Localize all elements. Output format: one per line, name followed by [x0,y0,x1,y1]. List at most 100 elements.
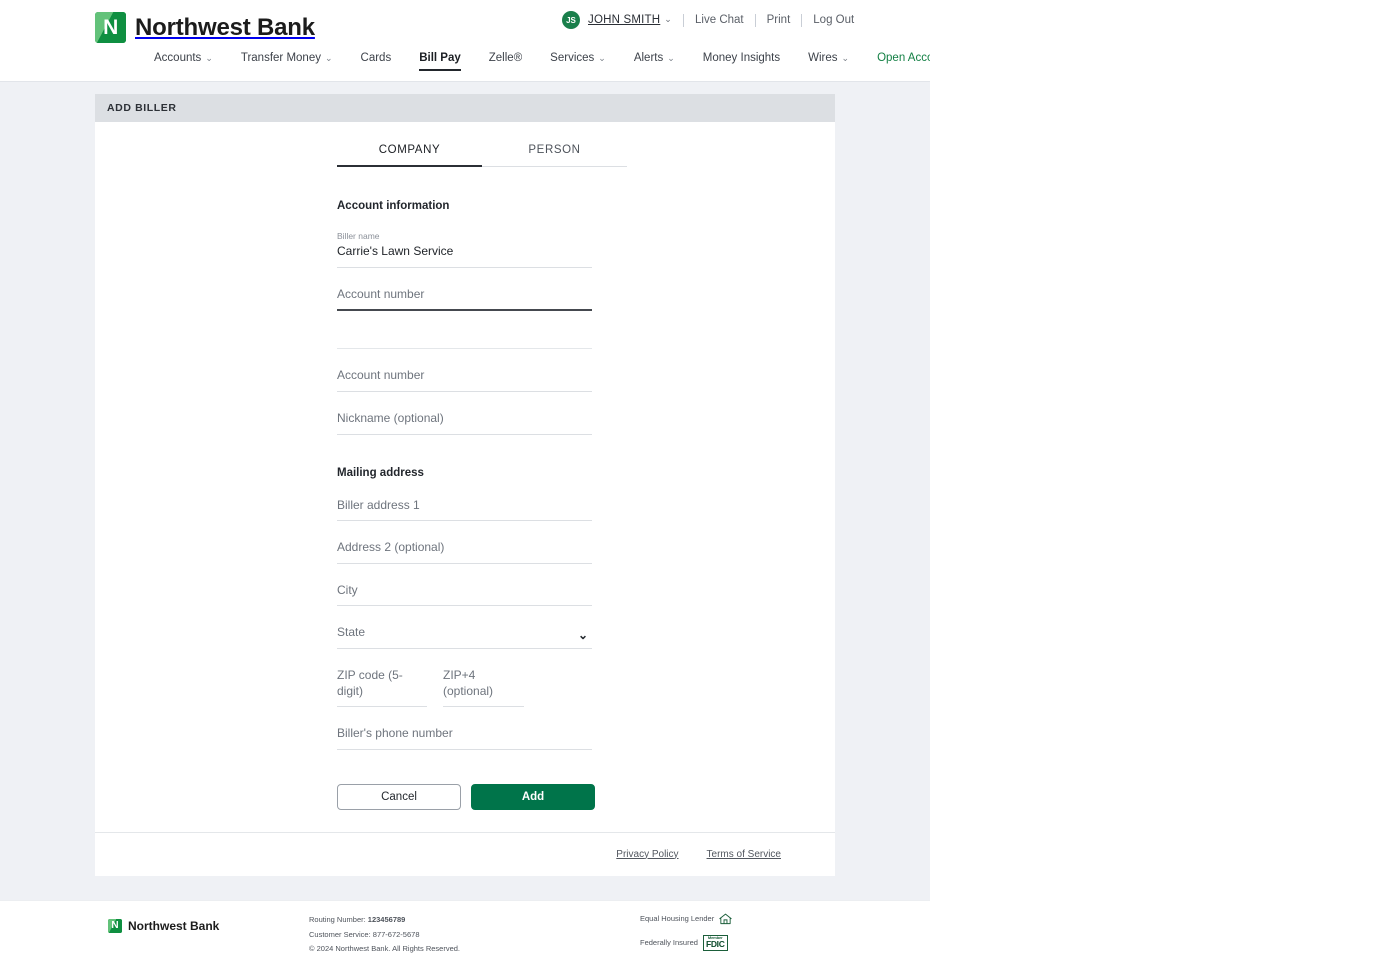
chevron-down-icon: ⌄ [578,629,588,641]
page-title: ADD BILLER [107,102,177,114]
nav-item-accounts[interactable]: Accounts⌄ [140,52,227,74]
form-actions: Cancel Add [337,784,835,814]
northwest-bank-logo-icon: N [95,12,126,43]
tab-person[interactable]: PERSON [482,144,627,167]
nav-label: Money Insights [703,52,780,64]
nav-item-zelle[interactable]: Zelle® [475,52,536,74]
fdic-name-text: FDIC [706,940,725,949]
nickname-placeholder: Nickname (optional) [337,411,592,435]
zip-plus-4-placeholder: ZIP+4 (optional) [443,668,524,707]
brand-logo-link[interactable]: N Northwest Bank [95,12,315,43]
card-body: COMPANY PERSON Account information Bille… [95,144,835,832]
chevron-down-icon: ⌄ [664,14,672,25]
nav-item-money-insights[interactable]: Money Insights [689,52,794,74]
live-chat-link[interactable]: Live Chat [695,14,744,26]
nav-label: Services [550,52,594,64]
routing-number-label: Routing Number: [309,915,366,924]
biller-name-field[interactable]: Biller name Carrie's Lawn Service [337,231,592,268]
northwest-bank-logo-icon: N [108,919,122,933]
zip-plus-4-field[interactable]: ZIP+4 (optional) [443,668,524,707]
browser-viewport: N Northwest Bank JS JOHN SMITH ⌄ Live Cha… [0,0,930,972]
equal-housing-row: Equal Housing Lender [640,913,732,925]
state-select[interactable]: State ⌄ [337,625,592,649]
address-2-field[interactable]: Address 2 (optional) [337,540,592,564]
page-body: ADD BILLER COMPANY PERSON Account inform… [0,82,930,900]
tab-company[interactable]: COMPANY [337,144,482,167]
copyright: © 2024 Northwest Bank. All Rights Reserv… [309,942,460,957]
logo-letter: N [108,919,122,933]
site-header: N Northwest Bank JS JOHN SMITH ⌄ Live Cha… [0,0,930,82]
nav-item-open-account[interactable]: Open Account [863,52,930,74]
logo-letter: N [95,12,126,43]
biller-name-label: Biller name [337,231,592,241]
account-number-helper-field[interactable] [337,330,592,349]
footer-brand: N Northwest Bank [108,919,219,933]
nav-item-transfer-money[interactable]: Transfer Money ⌄ [227,52,347,74]
avatar: JS [562,11,580,29]
main-navigation: Accounts⌄ Transfer Money⌄ Cards Bill Pay… [0,52,930,74]
section-heading-mailing-address: Mailing address [337,467,835,479]
divider [683,14,684,27]
account-number-field[interactable]: Account number [337,287,592,312]
nav-item-wires[interactable]: Wires ⌄ [794,52,863,74]
city-placeholder: City [337,583,592,607]
add-button[interactable]: Add [471,784,595,810]
biller-name-value: Carrie's Lawn Service [337,244,592,268]
footer-legal-badges: Equal Housing Lender Federally Insured M… [640,913,732,961]
biller-phone-placeholder: Biller's phone number [337,726,592,750]
nav-label: Cards [361,52,392,64]
biller-phone-field[interactable]: Biller's phone number [337,726,592,750]
footer-brand-name: Northwest Bank [128,919,219,933]
cancel-button[interactable]: Cancel [337,784,461,810]
terms-of-service-link[interactable]: Terms of Service [707,849,781,860]
nav-item-services[interactable]: Services ⌄ [536,52,620,74]
chevron-down-icon: ⌄ [667,53,675,63]
divider [801,14,802,27]
address-2-placeholder: Address 2 (optional) [337,540,592,564]
zip-code-field[interactable]: ZIP code (5-digit) [337,668,427,707]
city-field[interactable]: City [337,583,592,607]
chevron-down-icon: ⌄ [325,53,333,63]
account-number-confirm-placeholder: Account number [337,368,592,392]
routing-number-value: 123456789 [368,915,406,924]
nav-item-alerts[interactable]: Alerts ⌄ [620,52,689,74]
card-title-bar: ADD BILLER [95,94,835,122]
user-menu-button[interactable]: JOHN SMITH ⌄ [588,14,672,26]
site-footer: N Northwest Bank Routing Number: 1234567… [0,900,930,972]
footer-contact-info: Routing Number: 123456789 Customer Servi… [309,913,460,957]
biller-address-1-placeholder: Biller address 1 [337,498,592,522]
equal-housing-lender-icon [719,913,732,925]
chevron-down-icon: ⌄ [598,53,606,63]
card-footer: Privacy Policy Terms of Service [95,832,835,876]
nav-label: Zelle® [489,52,522,64]
customer-service-label: Customer Service: [309,930,371,939]
add-biller-card: ADD BILLER COMPANY PERSON Account inform… [95,94,835,876]
brand-name: Northwest Bank [135,14,315,42]
user-name-label: JOHN SMITH [588,14,660,26]
nav-item-cards[interactable]: Cards [347,52,406,74]
nav-label: Open Account [877,52,930,64]
state-placeholder: State [337,625,592,649]
nav-label: Alerts [634,52,663,64]
add-biller-form: Account information Biller name Carrie's… [95,200,835,814]
fdic-row: Federally Insured Member FDIC [640,935,732,951]
divider [755,14,756,27]
nav-label: Wires [808,52,837,64]
section-heading-account-information: Account information [337,200,835,212]
nickname-field[interactable]: Nickname (optional) [337,411,592,435]
customer-service-row: Customer Service: 877-672-5678 [309,928,460,943]
account-number-confirm-field[interactable]: Account number [337,368,592,392]
nav-label: Accounts [154,52,201,64]
routing-number-row: Routing Number: 123456789 [309,913,460,928]
zip-code-placeholder: ZIP code (5-digit) [337,668,427,707]
privacy-policy-link[interactable]: Privacy Policy [616,849,678,860]
log-out-link[interactable]: Log Out [813,14,854,26]
account-number-placeholder: Account number [337,287,592,312]
biller-address-1-field[interactable]: Biller address 1 [337,498,592,522]
print-link[interactable]: Print [767,14,791,26]
nav-label: Transfer Money [241,52,321,64]
customer-service-value: 877-672-5678 [373,930,420,939]
nav-item-bill-pay[interactable]: Bill Pay [405,52,475,74]
account-number-helper-placeholder [337,330,592,349]
chevron-down-icon: ⌄ [842,53,850,63]
